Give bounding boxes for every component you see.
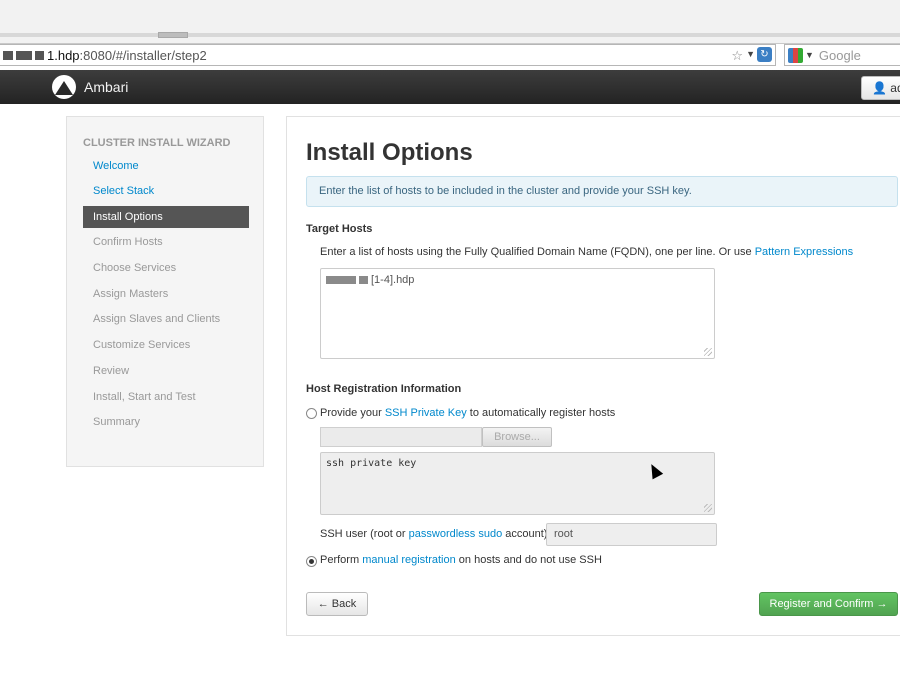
pattern-expressions-link[interactable]: Pattern Expressions	[755, 246, 853, 258]
manual-suffix: on hosts and do not use SSH	[455, 554, 602, 566]
url-host: 1.hdp	[47, 47, 80, 63]
target-hosts-textarea[interactable]: [1-4].hdp	[320, 268, 715, 359]
target-hosts-help: Enter a list of hosts using the Fully Qu…	[320, 246, 853, 258]
sidebar-header: CLUSTER INSTALL WIZARD	[83, 137, 231, 149]
ssh-private-key-link[interactable]: SSH Private Key	[385, 407, 467, 419]
manual-registration-link[interactable]: manual registration	[362, 554, 456, 566]
sidebar-item-summary: Summary	[93, 416, 141, 428]
resize-handle-icon[interactable]	[704, 348, 712, 356]
ssh-key-option-label: Provide your SSH Private Key to automati…	[320, 407, 615, 419]
ssh-key-radio[interactable]	[306, 408, 317, 419]
redacted-text	[16, 50, 32, 60]
search-engine-dropdown-icon[interactable]: ▼	[805, 50, 814, 60]
redacted-text	[359, 276, 368, 285]
ssh-user-suffix: account)	[502, 528, 548, 540]
sidebar-item-confirm-hosts: Confirm Hosts	[93, 236, 163, 248]
search-placeholder: Google	[818, 47, 861, 63]
sidebar-item-assign-masters: Assign Masters	[93, 288, 169, 300]
sidebar-item-install-start-test: Install, Start and Test	[93, 391, 196, 403]
install-options-panel: Install Options Enter the list of hosts …	[286, 116, 900, 636]
radio-selected-dot	[309, 559, 314, 564]
manual-registration-radio[interactable]	[306, 556, 317, 567]
hosts-value: [1-4].hdp	[371, 274, 415, 286]
brand-name[interactable]: Ambari	[84, 79, 128, 95]
sidebar-item-choose-services: Choose Services	[93, 262, 177, 274]
search-engine-icon[interactable]	[788, 47, 803, 63]
browse-button: Browse...	[482, 427, 552, 447]
wizard-sidebar: CLUSTER INSTALL WIZARD Welcome Select St…	[66, 116, 264, 467]
ssh-user-label: SSH user (root or passwordless sudo acco…	[320, 528, 547, 540]
url-path: :8080/#/installer/step2	[79, 47, 207, 63]
redacted-text	[35, 50, 44, 60]
search-box[interactable]: ▼ Google	[784, 44, 900, 66]
ssh-key-file-input	[320, 427, 482, 447]
sidebar-item-welcome[interactable]: Welcome	[83, 155, 249, 177]
sidebar-item-select-stack[interactable]: Select Stack	[83, 180, 249, 202]
info-alert: Enter the list of hosts to be included i…	[306, 176, 898, 207]
register-and-confirm-button[interactable]: Register and Confirm →	[759, 592, 898, 616]
ssh-option-prefix: Provide your	[320, 407, 385, 419]
manual-prefix: Perform	[320, 554, 363, 566]
ssh-key-placeholder: ssh private key	[326, 458, 417, 469]
ssh-option-suffix: to automatically register hosts	[466, 407, 616, 419]
browser-toolbar	[0, 0, 900, 44]
user-menu-button[interactable]: 👤 adr	[861, 76, 900, 100]
passwordless-sudo-link[interactable]: passwordless sudo	[409, 528, 503, 540]
ambari-logo-icon[interactable]	[52, 75, 76, 99]
history-dropdown-icon[interactable]: ▼	[746, 49, 755, 59]
redacted-text	[3, 50, 13, 60]
back-button[interactable]: ← Back	[306, 592, 368, 616]
user-label: adr	[890, 81, 900, 95]
manual-registration-label: Perform manual registration on hosts and…	[320, 554, 602, 566]
host-registration-title: Host Registration Information	[306, 383, 462, 395]
help-text-prefix: Enter a list of hosts using the Fully Qu…	[320, 246, 755, 258]
user-icon: 👤	[872, 81, 887, 95]
target-hosts-title: Target Hosts	[306, 223, 373, 235]
redacted-text	[326, 276, 356, 285]
app-navbar: Ambari 👤 adr	[0, 70, 900, 104]
sidebar-item-install-options[interactable]: Install Options	[83, 206, 249, 228]
resize-handle-icon	[704, 504, 712, 512]
browser-tab[interactable]	[158, 32, 188, 38]
sidebar-item-review: Review	[93, 365, 130, 377]
ssh-user-prefix: SSH user (root or	[320, 528, 409, 540]
url-bar[interactable]: 1.hdp:8080/#/installer/step2 ☆ ▼ ↻	[0, 44, 776, 66]
reload-icon[interactable]: ↻	[757, 47, 772, 62]
sidebar-item-customize-services: Customize Services	[93, 339, 191, 351]
bookmark-star-icon[interactable]: ☆	[731, 48, 743, 64]
tab-strip	[0, 33, 900, 37]
ssh-user-input: root	[546, 523, 717, 546]
page-title: Install Options	[306, 139, 473, 166]
sidebar-item-assign-slaves: Assign Slaves and Clients	[93, 313, 221, 325]
